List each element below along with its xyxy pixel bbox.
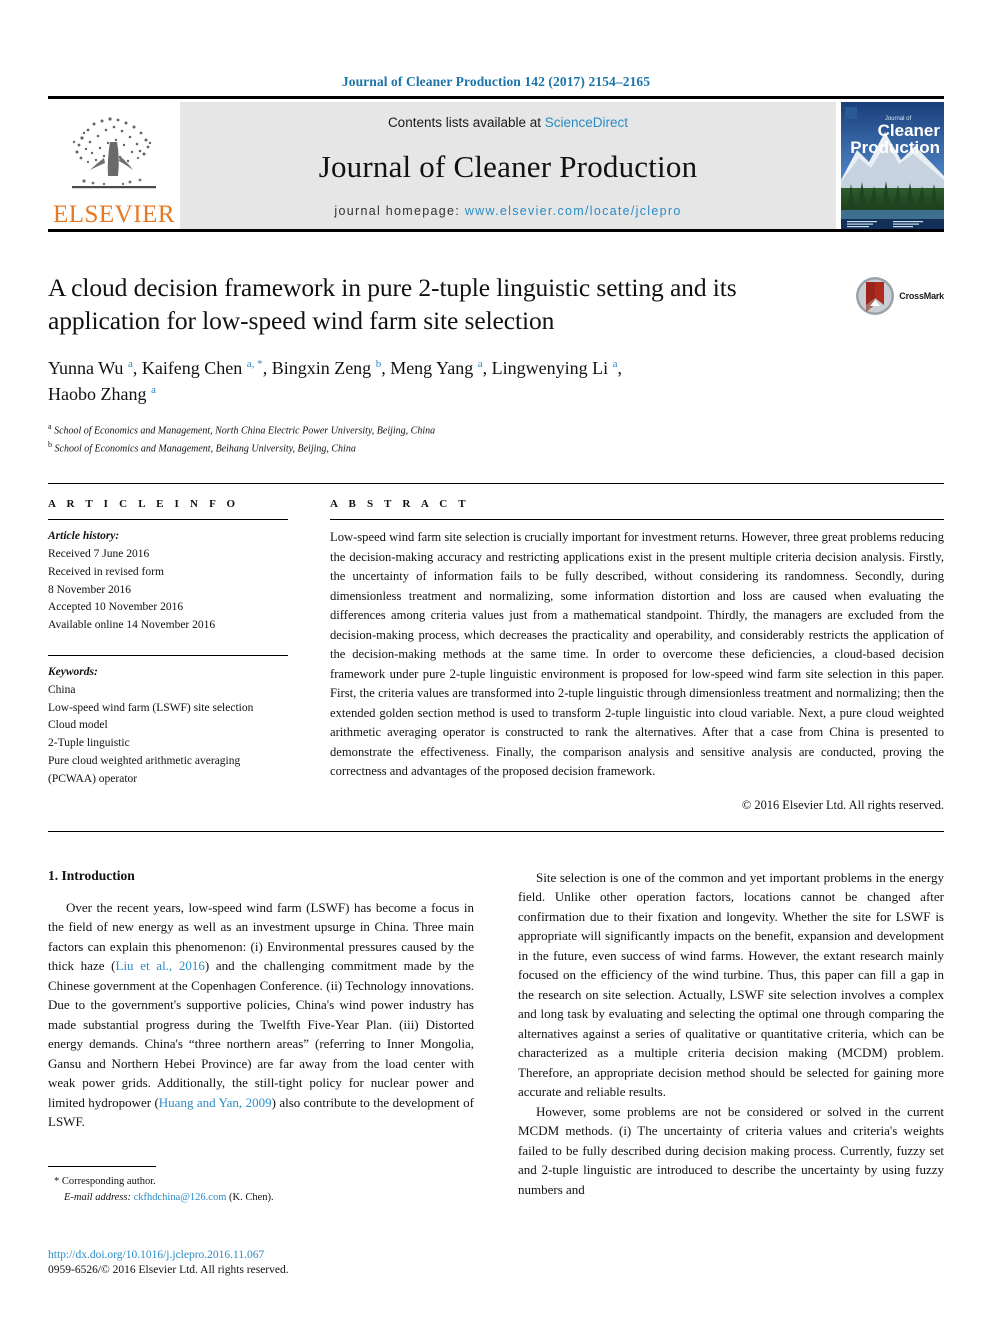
paper-page: Journal of Cleaner Production 142 (2017)… (0, 0, 992, 1323)
affiliation-b: b School of Economics and Management, Be… (48, 440, 356, 455)
keyword-item: Low-speed wind farm (LSWF) site selectio… (48, 701, 254, 714)
body-column-right: Site selection is one of the common and … (496, 868, 944, 1206)
abstract-column: A B S T R A C T Low-speed wind farm site… (312, 498, 944, 813)
keyword-item: 2-Tuple linguistic (48, 737, 130, 750)
info-abstract-area: A R T I C L E I N F O Article history: R… (48, 498, 944, 813)
crossmark-badge[interactable]: CrossMark (832, 272, 944, 316)
elsevier-tree-icon (72, 117, 156, 189)
article-history-label: Article history: (48, 530, 120, 543)
paragraph-intro-1: Over the recent years, low-speed wind fa… (48, 899, 474, 1130)
abstract-hairline (330, 519, 944, 521)
issn-copyright: 0959-6526/© 2016 Elsevier Ltd. All right… (48, 1264, 289, 1277)
footnote-corresponding: * Corresponding author. (54, 1175, 156, 1187)
author-list: Yunna Wu a, Kaifeng Chen a, *, Bingxin Z… (48, 355, 816, 407)
title-text-wrap: A cloud decision framework in pure 2-tup… (48, 272, 832, 457)
email-link[interactable]: ckfhdchina@126.com (134, 1192, 227, 1203)
article-info-hairline (48, 519, 288, 521)
affiliation-a: a School of Economics and Management, No… (48, 422, 436, 437)
journal-title: Journal of Cleaner Production (318, 149, 698, 184)
elsevier-wordmark: ELSEVIER (52, 201, 176, 228)
sciencedirect-link[interactable]: ScienceDirect (545, 115, 628, 130)
history-item: Accepted 10 November 2016 (48, 601, 184, 614)
abstract-bottom-rule (48, 830, 944, 832)
contents-lists-line: Contents lists available at ScienceDirec… (388, 115, 628, 130)
journal-homepage-link[interactable]: www.elsevier.com/locate/jclepro (465, 204, 682, 218)
paragraph-intro-3: However, some problems are not be consid… (518, 1103, 944, 1197)
doi-link[interactable]: http://dx.doi.org/10.1016/j.jclepro.2016… (48, 1248, 478, 1264)
info-top-rule (48, 483, 944, 485)
elsevier-logo: ELSEVIER (48, 102, 180, 229)
footnote-block: * Corresponding author. E-mail address: … (48, 1165, 474, 1206)
author-line-2: Haobo Zhang a (48, 384, 156, 405)
article-history-block: Article history: Received 7 June 2016 Re… (48, 528, 288, 635)
footnote-email-line: E-mail address: ckfhdchina@126.com (K. C… (48, 1190, 474, 1206)
masthead-center: Contents lists available at ScienceDirec… (180, 102, 836, 229)
crossmark-label: CrossMark (899, 291, 944, 301)
masthead-bottom-rule (48, 229, 944, 232)
keywords-label: Keywords: (48, 665, 98, 678)
journal-cover-thumbnail: Journal of Cleaner Production (841, 102, 944, 229)
page-footer: http://dx.doi.org/10.1016/j.jclepro.2016… (48, 1248, 478, 1279)
running-head: Journal of Cleaner Production 142 (2017)… (341, 74, 651, 89)
footnote-rule (48, 1165, 156, 1167)
keywords-block: Keywords: China Low-speed wind farm (LSW… (48, 664, 288, 789)
article-info-heading: A R T I C L E I N F O (48, 498, 240, 511)
paragraph-intro-2: Site selection is one of the common and … (518, 869, 944, 1100)
article-info-column: A R T I C L E I N F O Article history: R… (48, 498, 312, 813)
keyword-item: (PCWAA) operator (48, 772, 138, 785)
body-column-left: 1. Introduction Over the recent years, l… (48, 868, 496, 1206)
page-title: A cloud decision framework in pure 2-tup… (48, 273, 737, 335)
keyword-item: Pure cloud weighted arithmetic averaging (48, 755, 241, 768)
journal-masthead: ELSEVIER Contents lists available at Sci… (48, 102, 944, 229)
history-item: Available online 14 November 2016 (48, 619, 216, 632)
history-item: Received in revised form (48, 565, 164, 578)
svg-text:Production: Production (850, 138, 940, 157)
email-suffix: (K. Chen). (226, 1191, 274, 1203)
abstract-text: Low-speed wind farm site selection is cr… (330, 530, 944, 779)
history-item: 8 November 2016 (48, 583, 132, 596)
crossmark-icon (856, 277, 895, 315)
author-line-1: Yunna Wu a, Kaifeng Chen a, *, Bingxin Z… (48, 358, 622, 379)
cover-image: Journal of Cleaner Production (841, 102, 944, 229)
title-block: A cloud decision framework in pure 2-tup… (48, 272, 944, 457)
section-title-introduction: 1. Introduction (48, 867, 135, 883)
top-rule (48, 96, 944, 99)
contents-prefix: Contents lists available at (387, 115, 545, 130)
keywords-hairline (48, 654, 288, 656)
keyword-item: Cloud model (48, 719, 108, 732)
affiliations: a School of Economics and Management, No… (48, 421, 816, 457)
email-label: E-mail address: (64, 1191, 134, 1203)
journal-homepage-line: journal homepage: www.elsevier.com/locat… (334, 204, 681, 218)
homepage-prefix: journal homepage: (334, 204, 465, 218)
abstract-copyright: © 2016 Elsevier Ltd. All rights reserved… (741, 797, 944, 812)
body-area: 1. Introduction Over the recent years, l… (48, 868, 944, 1206)
keyword-item: China (48, 683, 76, 696)
history-item: Received 7 June 2016 (48, 547, 150, 560)
abstract-heading: A B S T R A C T (330, 498, 470, 511)
